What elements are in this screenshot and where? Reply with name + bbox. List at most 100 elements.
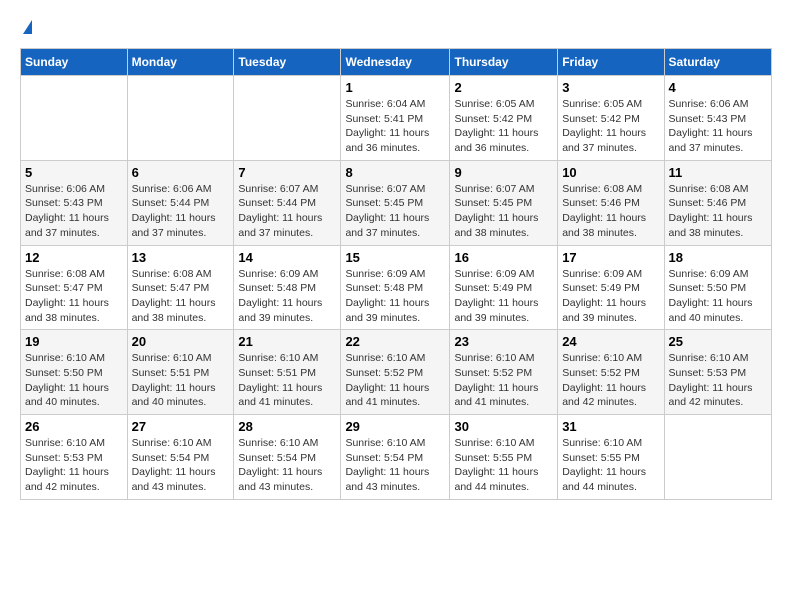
calendar-cell: 18 Sunrise: 6:09 AM Sunset: 5:50 PM Dayli… (664, 245, 771, 330)
day-number: 8 (345, 165, 445, 180)
header-friday: Friday (558, 49, 664, 76)
day-info: Sunrise: 6:04 AM Sunset: 5:41 PM Dayligh… (345, 97, 445, 156)
day-info: Sunrise: 6:06 AM Sunset: 5:43 PM Dayligh… (669, 97, 767, 156)
day-number: 17 (562, 250, 659, 265)
day-info: Sunrise: 6:05 AM Sunset: 5:42 PM Dayligh… (454, 97, 553, 156)
page-header (20, 20, 772, 32)
calendar-week-row: 5 Sunrise: 6:06 AM Sunset: 5:43 PM Daylig… (21, 160, 772, 245)
day-number: 9 (454, 165, 553, 180)
day-info: Sunrise: 6:10 AM Sunset: 5:55 PM Dayligh… (562, 436, 659, 495)
day-number: 3 (562, 80, 659, 95)
day-info: Sunrise: 6:07 AM Sunset: 5:45 PM Dayligh… (345, 182, 445, 241)
calendar-cell: 31 Sunrise: 6:10 AM Sunset: 5:55 PM Dayli… (558, 415, 664, 500)
day-number: 22 (345, 334, 445, 349)
calendar-week-row: 12 Sunrise: 6:08 AM Sunset: 5:47 PM Dayli… (21, 245, 772, 330)
header-sunday: Sunday (21, 49, 128, 76)
calendar-cell: 15 Sunrise: 6:09 AM Sunset: 5:48 PM Dayli… (341, 245, 450, 330)
day-number: 10 (562, 165, 659, 180)
calendar-header-row: SundayMondayTuesdayWednesdayThursdayFrid… (21, 49, 772, 76)
day-info: Sunrise: 6:10 AM Sunset: 5:55 PM Dayligh… (454, 436, 553, 495)
calendar-cell: 22Sunrise: 6:10 AM Sunset: 5:52 PM Dayli… (341, 330, 450, 415)
day-number: 18 (669, 250, 767, 265)
calendar-cell: 16 Sunrise: 6:09 AM Sunset: 5:49 PM Dayli… (450, 245, 558, 330)
day-number: 31 (562, 419, 659, 434)
calendar-cell: 14Sunrise: 6:09 AM Sunset: 5:48 PM Dayli… (234, 245, 341, 330)
header-monday: Monday (127, 49, 234, 76)
calendar-cell: 4 Sunrise: 6:06 AM Sunset: 5:43 PM Daylig… (664, 76, 771, 161)
calendar-cell: 13 Sunrise: 6:08 AM Sunset: 5:47 PM Dayli… (127, 245, 234, 330)
day-info: Sunrise: 6:10 AM Sunset: 5:54 PM Dayligh… (345, 436, 445, 495)
logo (20, 20, 32, 32)
calendar-cell (664, 415, 771, 500)
day-number: 21 (238, 334, 336, 349)
calendar-week-row: 1 Sunrise: 6:04 AM Sunset: 5:41 PM Daylig… (21, 76, 772, 161)
day-number: 23 (454, 334, 553, 349)
calendar-cell: 2Sunrise: 6:05 AM Sunset: 5:42 PM Daylig… (450, 76, 558, 161)
day-info: Sunrise: 6:08 AM Sunset: 5:47 PM Dayligh… (132, 267, 230, 326)
calendar-cell: 12Sunrise: 6:08 AM Sunset: 5:47 PM Dayli… (21, 245, 128, 330)
calendar-cell: 9 Sunrise: 6:07 AM Sunset: 5:45 PM Daylig… (450, 160, 558, 245)
day-number: 6 (132, 165, 230, 180)
day-number: 28 (238, 419, 336, 434)
day-info: Sunrise: 6:10 AM Sunset: 5:53 PM Dayligh… (25, 436, 123, 495)
calendar-week-row: 26 Sunrise: 6:10 AM Sunset: 5:53 PM Dayli… (21, 415, 772, 500)
header-thursday: Thursday (450, 49, 558, 76)
day-number: 25 (669, 334, 767, 349)
logo-triangle-icon (23, 20, 32, 34)
day-number: 15 (345, 250, 445, 265)
calendar-cell: 21 Sunrise: 6:10 AM Sunset: 5:51 PM Dayli… (234, 330, 341, 415)
calendar-cell: 8 Sunrise: 6:07 AM Sunset: 5:45 PM Daylig… (341, 160, 450, 245)
day-number: 7 (238, 165, 336, 180)
calendar-cell: 28 Sunrise: 6:10 AM Sunset: 5:54 PM Dayli… (234, 415, 341, 500)
calendar-week-row: 19Sunrise: 6:10 AM Sunset: 5:50 PM Dayli… (21, 330, 772, 415)
calendar-cell (234, 76, 341, 161)
calendar-cell: 26 Sunrise: 6:10 AM Sunset: 5:53 PM Dayli… (21, 415, 128, 500)
day-number: 4 (669, 80, 767, 95)
day-number: 14 (238, 250, 336, 265)
calendar-cell: 5 Sunrise: 6:06 AM Sunset: 5:43 PM Daylig… (21, 160, 128, 245)
day-info: Sunrise: 6:06 AM Sunset: 5:44 PM Dayligh… (132, 182, 230, 241)
day-number: 16 (454, 250, 553, 265)
day-info: Sunrise: 6:07 AM Sunset: 5:45 PM Dayligh… (454, 182, 553, 241)
calendar-cell: 30 Sunrise: 6:10 AM Sunset: 5:55 PM Dayli… (450, 415, 558, 500)
day-info: Sunrise: 6:08 AM Sunset: 5:46 PM Dayligh… (562, 182, 659, 241)
header-tuesday: Tuesday (234, 49, 341, 76)
calendar-cell: 6 Sunrise: 6:06 AM Sunset: 5:44 PM Daylig… (127, 160, 234, 245)
calendar-cell: 25Sunrise: 6:10 AM Sunset: 5:53 PM Dayli… (664, 330, 771, 415)
calendar-cell: 23 Sunrise: 6:10 AM Sunset: 5:52 PM Dayli… (450, 330, 558, 415)
day-info: Sunrise: 6:09 AM Sunset: 5:49 PM Dayligh… (454, 267, 553, 326)
day-number: 27 (132, 419, 230, 434)
calendar-cell: 29 Sunrise: 6:10 AM Sunset: 5:54 PM Dayli… (341, 415, 450, 500)
calendar-cell: 27 Sunrise: 6:10 AM Sunset: 5:54 PM Dayli… (127, 415, 234, 500)
day-number: 19 (25, 334, 123, 349)
day-number: 5 (25, 165, 123, 180)
calendar-cell: 1 Sunrise: 6:04 AM Sunset: 5:41 PM Daylig… (341, 76, 450, 161)
calendar-cell (127, 76, 234, 161)
day-info: Sunrise: 6:10 AM Sunset: 5:54 PM Dayligh… (238, 436, 336, 495)
day-info: Sunrise: 6:06 AM Sunset: 5:43 PM Dayligh… (25, 182, 123, 241)
day-info: Sunrise: 6:09 AM Sunset: 5:50 PM Dayligh… (669, 267, 767, 326)
calendar-cell: 10 Sunrise: 6:08 AM Sunset: 5:46 PM Dayli… (558, 160, 664, 245)
day-number: 26 (25, 419, 123, 434)
day-number: 13 (132, 250, 230, 265)
day-number: 29 (345, 419, 445, 434)
day-number: 11 (669, 165, 767, 180)
day-number: 30 (454, 419, 553, 434)
day-info: Sunrise: 6:10 AM Sunset: 5:51 PM Dayligh… (238, 351, 336, 410)
calendar-cell: 11Sunrise: 6:08 AM Sunset: 5:46 PM Dayli… (664, 160, 771, 245)
day-info: Sunrise: 6:10 AM Sunset: 5:52 PM Dayligh… (454, 351, 553, 410)
day-info: Sunrise: 6:09 AM Sunset: 5:49 PM Dayligh… (562, 267, 659, 326)
calendar-cell (21, 76, 128, 161)
header-saturday: Saturday (664, 49, 771, 76)
day-number: 12 (25, 250, 123, 265)
day-info: Sunrise: 6:10 AM Sunset: 5:54 PM Dayligh… (132, 436, 230, 495)
calendar-cell: 19Sunrise: 6:10 AM Sunset: 5:50 PM Dayli… (21, 330, 128, 415)
calendar-cell: 3Sunrise: 6:05 AM Sunset: 5:42 PM Daylig… (558, 76, 664, 161)
calendar-cell: 17 Sunrise: 6:09 AM Sunset: 5:49 PM Dayli… (558, 245, 664, 330)
day-number: 24 (562, 334, 659, 349)
calendar-cell: 7Sunrise: 6:07 AM Sunset: 5:44 PM Daylig… (234, 160, 341, 245)
day-info: Sunrise: 6:09 AM Sunset: 5:48 PM Dayligh… (345, 267, 445, 326)
day-info: Sunrise: 6:10 AM Sunset: 5:51 PM Dayligh… (132, 351, 230, 410)
calendar-cell: 24Sunrise: 6:10 AM Sunset: 5:52 PM Dayli… (558, 330, 664, 415)
day-number: 1 (345, 80, 445, 95)
